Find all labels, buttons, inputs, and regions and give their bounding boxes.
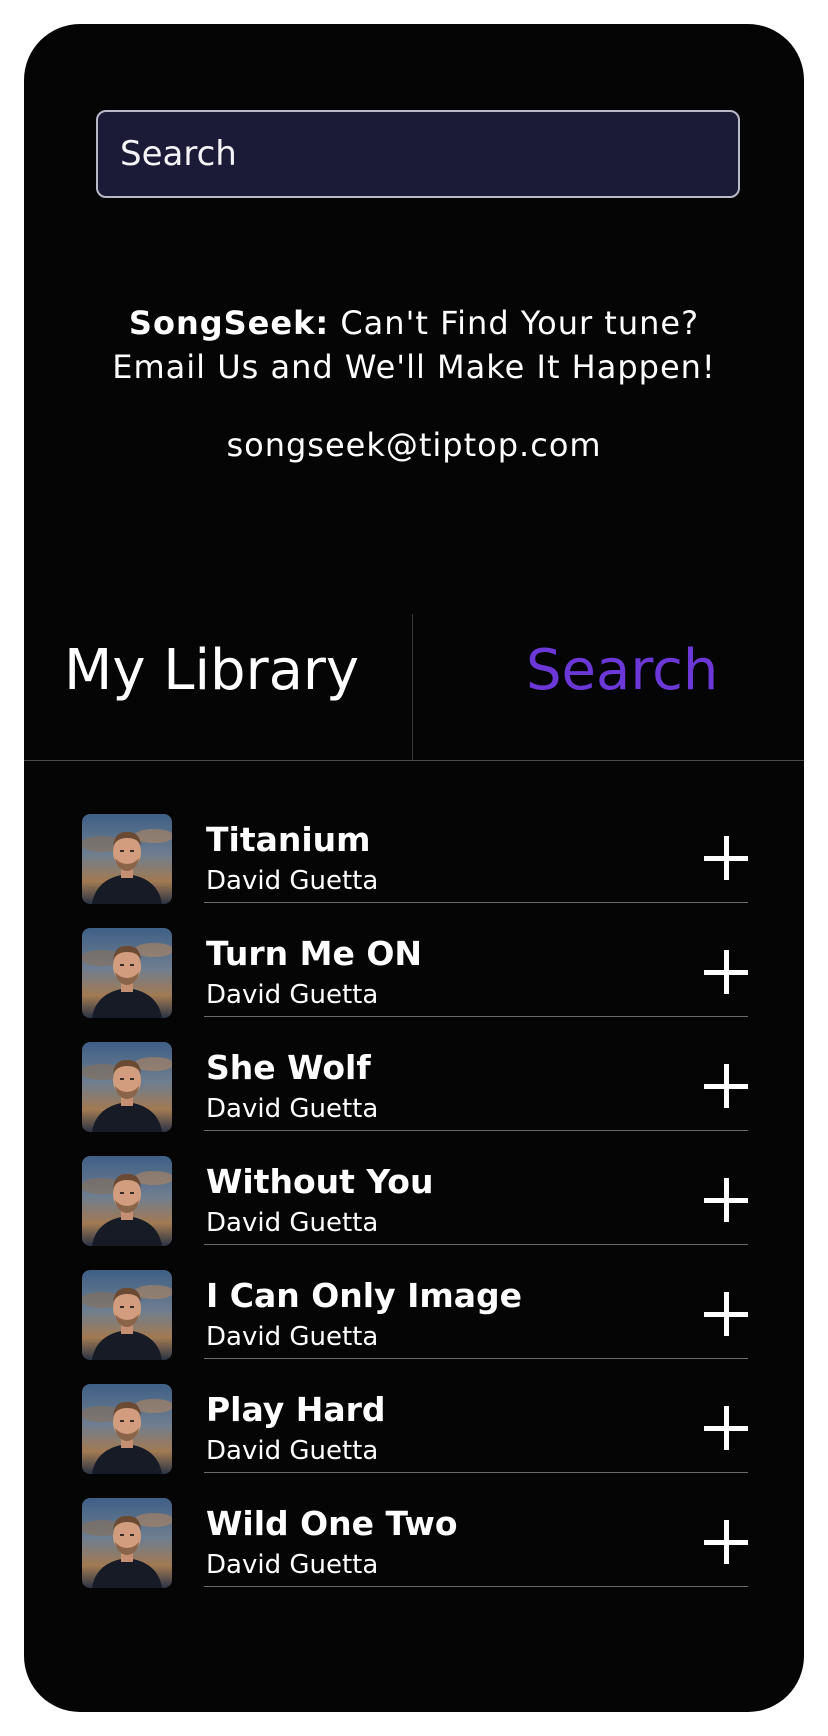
tab-divider bbox=[412, 614, 413, 760]
artist-photo-icon bbox=[82, 1270, 172, 1360]
song-row[interactable]: Wild One Two David Guetta bbox=[82, 1498, 748, 1612]
song-row[interactable]: Play Hard David Guetta bbox=[82, 1384, 748, 1498]
song-title: Turn Me ON bbox=[206, 934, 423, 973]
row-divider bbox=[204, 1244, 748, 1245]
add-song-button[interactable] bbox=[704, 1520, 748, 1564]
artist-thumbnail bbox=[82, 1384, 172, 1474]
song-artist: David Guetta bbox=[206, 866, 379, 896]
add-song-button[interactable] bbox=[704, 1178, 748, 1222]
artist-thumbnail bbox=[82, 1270, 172, 1360]
song-artist: David Guetta bbox=[206, 1436, 379, 1466]
tab-my-library[interactable]: My Library bbox=[64, 638, 359, 703]
artist-thumbnail bbox=[82, 1156, 172, 1246]
artist-thumbnail bbox=[82, 928, 172, 1018]
song-row[interactable]: She Wolf David Guetta bbox=[82, 1042, 748, 1156]
promo-text: SongSeek: Can't Find Your tune? Email Us… bbox=[24, 301, 804, 389]
row-divider bbox=[204, 902, 748, 903]
search-field[interactable] bbox=[96, 110, 740, 198]
add-song-button[interactable] bbox=[704, 1064, 748, 1108]
artist-photo-icon bbox=[82, 1156, 172, 1246]
song-artist: David Guetta bbox=[206, 1094, 379, 1124]
song-row[interactable]: Without You David Guetta bbox=[82, 1156, 748, 1270]
song-artist: David Guetta bbox=[206, 1208, 379, 1238]
row-divider bbox=[204, 1130, 748, 1131]
add-song-button[interactable] bbox=[704, 836, 748, 880]
row-divider bbox=[204, 1586, 748, 1587]
song-artist: David Guetta bbox=[206, 1550, 379, 1580]
artist-thumbnail bbox=[82, 1498, 172, 1588]
artist-photo-icon bbox=[82, 1498, 172, 1588]
promo-brand: SongSeek: bbox=[128, 304, 330, 342]
song-row[interactable]: Titanium David Guetta bbox=[82, 814, 748, 928]
song-list: Titanium David Guetta Turn Me ON David G… bbox=[82, 814, 748, 1612]
promo-line2: Email Us and We'll Make It Happen! bbox=[112, 348, 716, 386]
divider bbox=[24, 760, 804, 761]
artist-photo-icon bbox=[82, 1384, 172, 1474]
row-divider bbox=[204, 1472, 748, 1473]
song-artist: David Guetta bbox=[206, 980, 379, 1010]
song-title: Titanium bbox=[206, 820, 371, 859]
row-divider bbox=[204, 1016, 748, 1017]
artist-photo-icon bbox=[82, 928, 172, 1018]
tab-bar: My Library Search bbox=[24, 590, 804, 760]
artist-photo-icon bbox=[82, 1042, 172, 1132]
song-row[interactable]: Turn Me ON David Guetta bbox=[82, 928, 748, 1042]
artist-photo-icon bbox=[82, 814, 172, 904]
song-artist: David Guetta bbox=[206, 1322, 379, 1352]
artist-thumbnail bbox=[82, 814, 172, 904]
song-title: She Wolf bbox=[206, 1048, 371, 1087]
song-row[interactable]: I Can Only Image David Guetta bbox=[82, 1270, 748, 1384]
search-input[interactable] bbox=[98, 112, 738, 196]
promo-line1: Can't Find Your tune? bbox=[340, 304, 700, 342]
tab-search[interactable]: Search bbox=[526, 638, 718, 703]
add-song-button[interactable] bbox=[704, 950, 748, 994]
song-title: Without You bbox=[206, 1162, 434, 1201]
app-screen: SongSeek: Can't Find Your tune? Email Us… bbox=[24, 24, 804, 1712]
song-title: I Can Only Image bbox=[206, 1276, 523, 1315]
artist-thumbnail bbox=[82, 1042, 172, 1132]
contact-email-link[interactable]: songseek@tiptop.com bbox=[24, 426, 804, 464]
song-title: Play Hard bbox=[206, 1390, 386, 1429]
add-song-button[interactable] bbox=[704, 1406, 748, 1450]
song-title: Wild One Two bbox=[206, 1504, 458, 1543]
row-divider bbox=[204, 1358, 748, 1359]
add-song-button[interactable] bbox=[704, 1292, 748, 1336]
